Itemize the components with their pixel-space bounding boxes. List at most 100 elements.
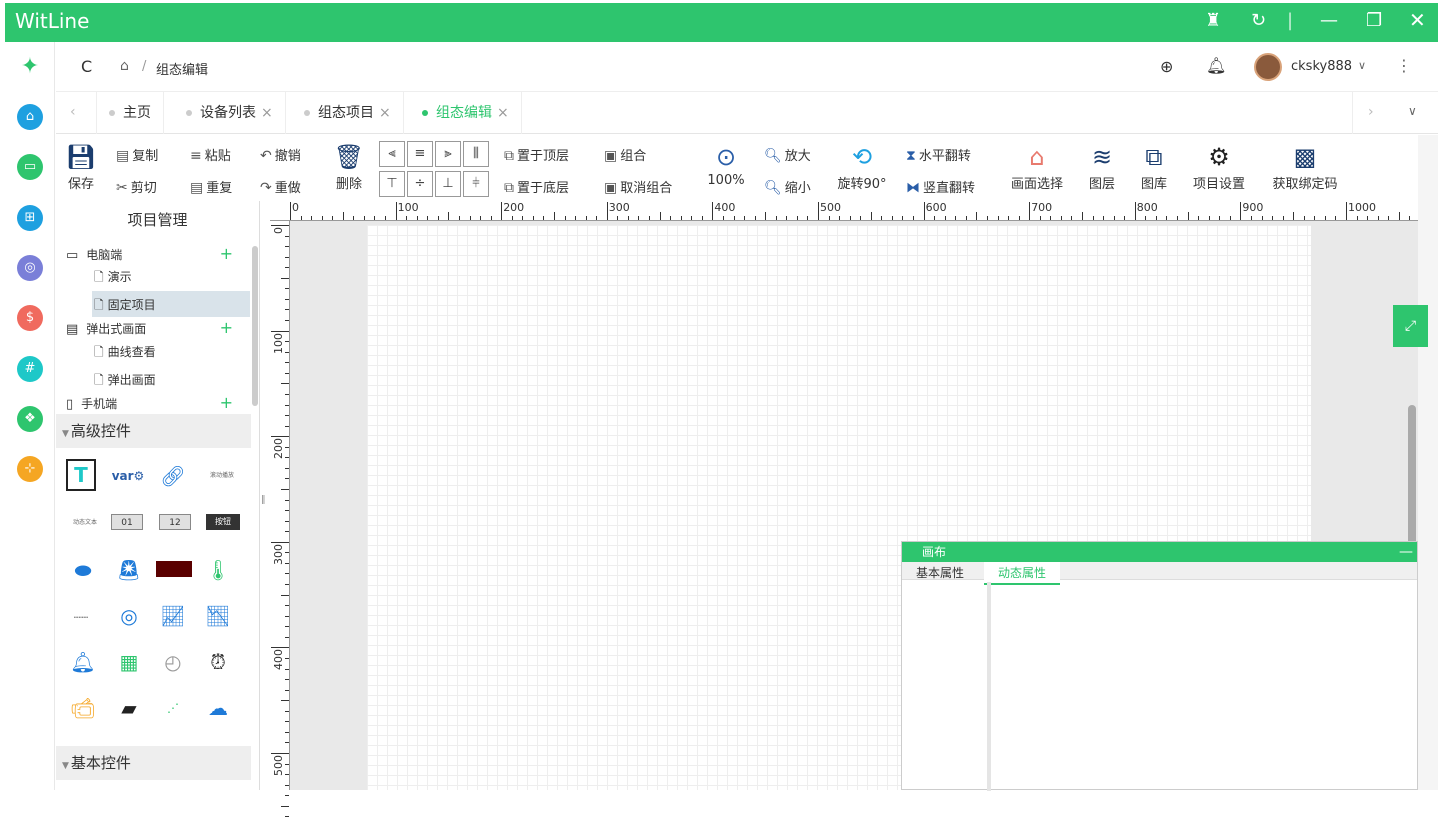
align-right-icon[interactable]: ⫸ [435, 141, 461, 167]
align-center-icon[interactable]: ≡ [407, 141, 433, 167]
counter-12-control-icon[interactable]: 12 [159, 514, 191, 530]
tree-item-curve[interactable]: 🗋︎ 曲线查看 [94, 343, 156, 364]
sitemap-nav-icon[interactable]: ⊹ [17, 456, 43, 482]
toggle-control-icon[interactable]: ⬬ [66, 553, 100, 587]
flip-h-button[interactable]: ⧗ 水平翻转 [906, 145, 971, 164]
more-icon[interactable]: ⋮ [1396, 56, 1412, 75]
zoom-fit-button[interactable]: ⊙ 100% [706, 141, 746, 188]
avatar[interactable] [1254, 53, 1282, 81]
save-button[interactable]: 💾︎ 保存 [64, 141, 98, 192]
reload-icon[interactable]: ↻ [1251, 10, 1266, 31]
slider-control-icon[interactable]: ┅┅┅ [64, 601, 98, 635]
dynamic-text-control-icon[interactable]: 动态文本 [64, 506, 106, 540]
bell-icon[interactable]: 🔔︎ [1206, 56, 1226, 75]
tab-close-icon[interactable]: × [497, 105, 509, 121]
dashboard-icon[interactable]: ◴ [156, 645, 190, 679]
clean-icon[interactable]: ♜ [1205, 10, 1221, 31]
slack-nav-icon[interactable]: # [17, 356, 43, 382]
zoom-out-button[interactable]: 🔍︎ 缩小 [764, 177, 811, 196]
splitter-handle[interactable]: ‖ [261, 495, 266, 505]
minimize-panel-button[interactable]: — [1399, 542, 1413, 562]
home-icon[interactable]: ⌂ [120, 58, 129, 74]
copy-button[interactable]: ▤ 复制 [116, 145, 158, 164]
tab-dropdown-icon[interactable]: ∨ [1408, 104, 1417, 118]
gauge-ring-icon[interactable]: ◎ [112, 599, 146, 633]
tab-project[interactable]: 组态项目 × [292, 92, 404, 134]
table-control-icon[interactable]: ▦ [112, 645, 146, 679]
globe-icon[interactable]: ⊕ [1160, 57, 1173, 76]
tab-scroll-right-icon[interactable]: › [1368, 104, 1374, 120]
tab-basic-props[interactable]: 基本属性 [916, 564, 964, 581]
add-pc-screen-button[interactable]: + [220, 244, 233, 263]
paste-button[interactable]: ≡ 粘贴 [190, 145, 231, 164]
tab-close-icon[interactable]: × [379, 105, 391, 121]
weather-icon[interactable]: ☁︎ [201, 691, 235, 725]
tree-group-pc[interactable]: ▭ 电脑端 [66, 246, 122, 263]
library-button[interactable]: ⧉ 图库 [1136, 141, 1172, 192]
tree-item-popup[interactable]: 🗋︎ 弹出画面 [94, 371, 156, 392]
flip-v-button[interactable]: ⧓ 竖直翻转 [906, 177, 975, 196]
dribbble-nav-icon[interactable]: ◎ [17, 255, 43, 281]
delete-button[interactable]: 🗑︎ 删除 [332, 141, 366, 192]
device-nav-icon[interactable]: ▭ [17, 154, 43, 180]
minimize-icon[interactable]: — [1320, 10, 1338, 31]
align-bottom-icon[interactable]: ⊥ [435, 171, 461, 197]
close-icon[interactable]: ✕ [1409, 8, 1426, 32]
distribute-h-icon[interactable]: ⫼ [463, 141, 489, 167]
distribute-v-icon[interactable]: ⫩ [463, 171, 489, 197]
align-left-icon[interactable]: ⫷ [379, 141, 405, 167]
camera-icon[interactable]: 📹︎ [66, 691, 100, 725]
ungroup-button[interactable]: ▣ 取消组合 [604, 177, 672, 196]
refresh-button[interactable]: C [81, 57, 92, 76]
marquee-control-icon[interactable]: 滚动播放 [201, 459, 243, 493]
alarm-clock-icon[interactable]: ⏰︎ [201, 645, 235, 679]
tree-scrollbar[interactable] [252, 246, 258, 406]
bell-control-icon[interactable]: 🔔︎ [66, 645, 100, 679]
digital-clock-icon[interactable]: ▰ [112, 691, 146, 725]
thermometer-icon[interactable]: 🌡︎ [201, 553, 235, 587]
curve-chart-icon[interactable]: 📈︎ [156, 599, 190, 633]
add-mobile-button[interactable]: + [220, 393, 233, 412]
grid-nav-icon[interactable]: ⊞ [17, 205, 43, 231]
project-settings-button[interactable]: ⚙ 项目设置 [1188, 141, 1250, 192]
screen-select-button[interactable]: ⌂ 画面选择 [1006, 141, 1068, 192]
section-basic[interactable]: ▼ 基本控件 [56, 746, 251, 780]
dropbox-nav-icon[interactable]: ❖ [17, 406, 43, 432]
tab-home[interactable]: 主页 [96, 92, 164, 134]
zoom-in-button[interactable]: 🔍︎ 放大 [764, 145, 811, 164]
tab-scroll-left-icon[interactable]: ‹ [70, 104, 76, 120]
add-popup-button[interactable]: + [220, 318, 233, 337]
tab-device-list[interactable]: 设备列表 × [174, 92, 286, 134]
pipe-line-icon[interactable]: ⋰ [156, 691, 190, 725]
variable-control-icon[interactable]: var⚙ [111, 459, 145, 493]
tab-editor[interactable]: 组态编辑 × [410, 92, 522, 134]
restore-icon[interactable]: ❐ [1366, 10, 1382, 31]
username[interactable]: cksky888 [1291, 59, 1352, 74]
group-button[interactable]: ▣ 组合 [604, 145, 646, 164]
align-top-icon[interactable]: ⊤ [379, 171, 405, 197]
home-nav-icon[interactable]: ⌂ [17, 104, 43, 130]
tree-item-fixed[interactable]: 🗋︎ 固定项目 [94, 296, 156, 317]
counter-01-control-icon[interactable]: 01 [111, 514, 143, 530]
link-control-icon[interactable]: 🔗︎ [156, 459, 190, 493]
fullscreen-button[interactable]: ⤢ [1393, 305, 1428, 347]
button-control-icon[interactable]: 按钮 [206, 514, 240, 530]
led-display-icon[interactable] [156, 561, 192, 577]
duplicate-button[interactable]: ▤ 重复 [190, 177, 232, 196]
cut-button[interactable]: ✂ 剪切 [116, 177, 157, 196]
tree-group-mobile[interactable]: ▯ 手机端 [66, 395, 117, 412]
history-chart-icon[interactable]: 📉︎ [201, 599, 235, 633]
tab-dynamic-props[interactable]: 动态属性 [984, 562, 1061, 585]
redo-button[interactable]: ↷ 重做 [260, 177, 301, 196]
tab-close-icon[interactable]: × [261, 105, 273, 121]
layers-button[interactable]: ≋ 图层 [1084, 141, 1120, 192]
tree-item-demo[interactable]: 🗋︎ 演示 [94, 268, 132, 289]
send-bottom-button[interactable]: ⧉ 置于底层 [504, 177, 569, 196]
section-advanced[interactable]: ▼ 高级控件 [56, 414, 251, 448]
chevron-down-icon[interactable]: ∨ [1358, 59, 1366, 72]
alarm-light-icon[interactable]: 🚨︎ [112, 553, 146, 587]
dollar-nav-icon[interactable]: $ [17, 305, 43, 331]
rotate-button[interactable]: ⟲ 旋转90° [834, 141, 890, 192]
align-middle-icon[interactable]: ÷ [407, 171, 433, 197]
bring-top-button[interactable]: ⧉ 置于顶层 [504, 145, 569, 164]
